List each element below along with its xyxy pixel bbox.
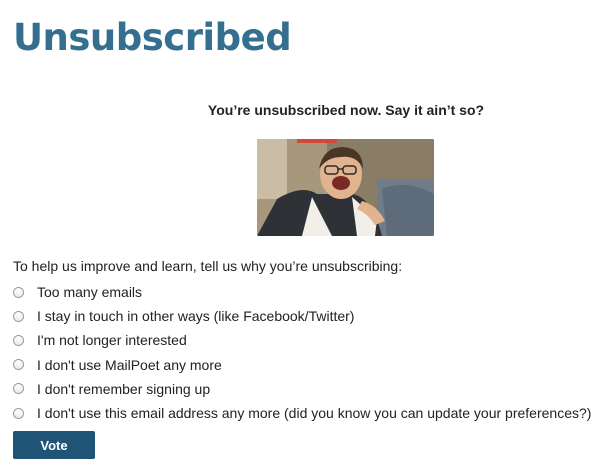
radio-button[interactable]	[13, 383, 24, 395]
reason-label: I'm not longer interested	[37, 332, 187, 349]
reason-label: I don't remember signing up	[37, 380, 211, 397]
reason-option[interactable]: I don't remember signing up	[13, 377, 591, 401]
radio-button[interactable]	[13, 359, 24, 371]
reason-option[interactable]: I'm not longer interested	[13, 328, 591, 352]
reason-label: I don't use MailPoet any more	[37, 356, 222, 373]
reason-option[interactable]: I stay in touch in other ways (like Face…	[13, 304, 591, 328]
survey-prompt: To help us improve and learn, tell us wh…	[13, 258, 403, 274]
radio-button[interactable]	[13, 310, 24, 322]
man-laughing-photo	[257, 139, 434, 236]
radio-button[interactable]	[13, 407, 24, 419]
reason-label: I don't use this email address any more …	[37, 405, 592, 422]
reason-label: Too many emails	[37, 284, 143, 301]
reason-options: Too many emails I stay in touch in other…	[13, 280, 591, 425]
radio-button[interactable]	[13, 334, 24, 346]
reason-label: I stay in touch in other ways (like Face…	[37, 308, 355, 325]
page-title: Unsubscribed	[13, 16, 292, 59]
reason-option[interactable]: Too many emails	[13, 280, 591, 304]
unsubscribe-message: You’re unsubscribed now. Say it ain’t so…	[207, 102, 485, 118]
radio-button[interactable]	[13, 286, 24, 298]
vote-button[interactable]: Vote	[13, 431, 95, 459]
reason-option[interactable]: I don't use MailPoet any more	[13, 353, 591, 377]
reason-option[interactable]: I don't use this email address any more …	[13, 401, 591, 425]
